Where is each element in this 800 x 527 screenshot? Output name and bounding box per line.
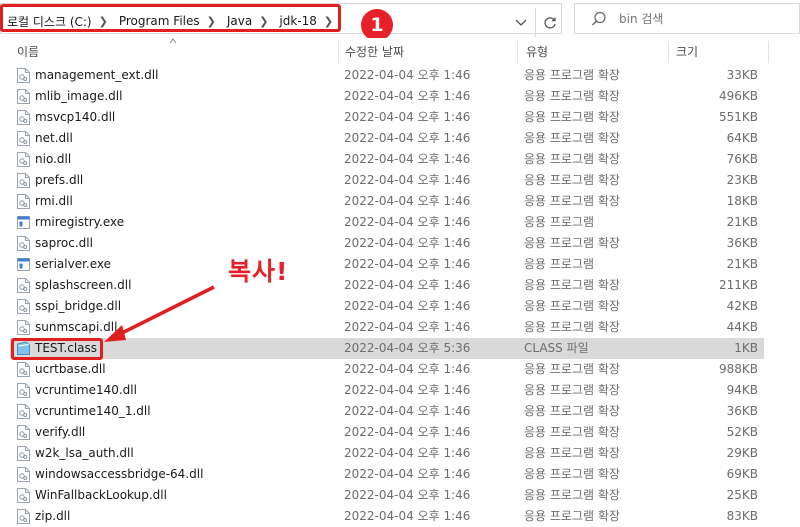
annotation-arrow-icon [104, 285, 215, 342]
